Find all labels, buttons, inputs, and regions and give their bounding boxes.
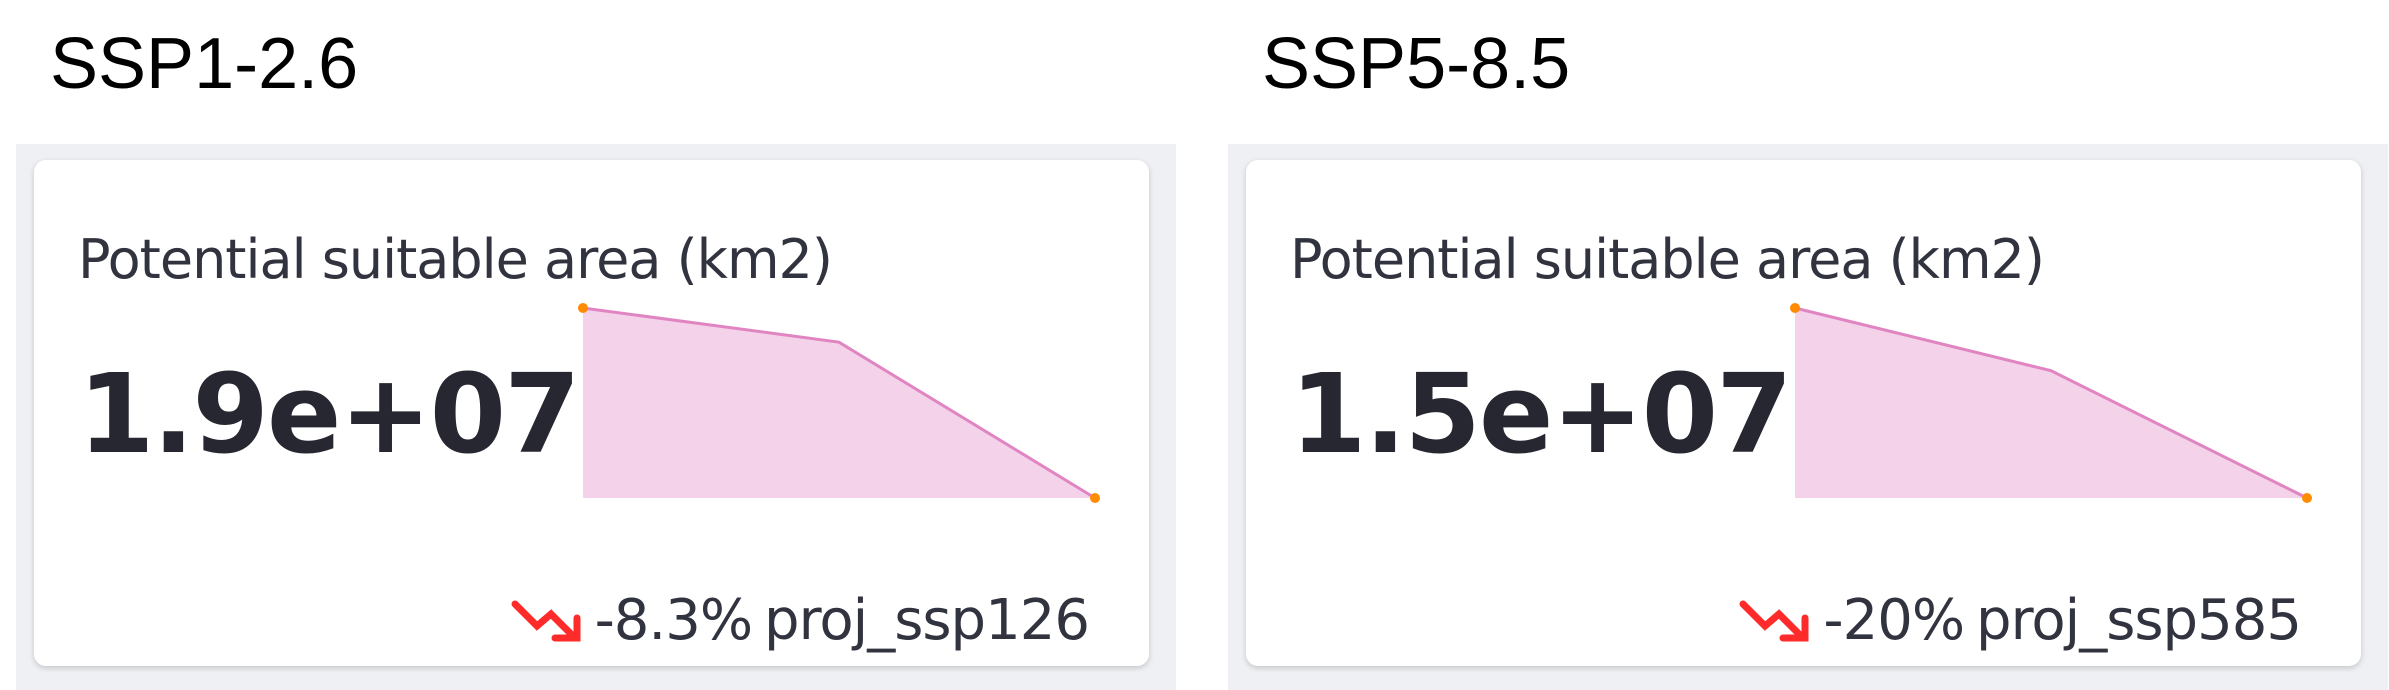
- delta-label: proj_ssp126: [764, 588, 1090, 653]
- scenario-panel-ssp126: SSP1-2.6 Potential suitable area (km2) 1…: [0, 0, 1176, 690]
- delta-value: -8.3%: [594, 588, 753, 653]
- sparkline-chart: [578, 303, 1100, 503]
- metric-card: Potential suitable area (km2) 1.9e+07 -8…: [34, 160, 1149, 666]
- sparkline-area: [583, 308, 1095, 498]
- metric-value: 1.9e+07: [78, 350, 581, 478]
- scenario-title: SSP5-8.5: [1262, 24, 1571, 104]
- sparkline-area: [1795, 308, 2307, 498]
- scenario-panel-ssp585: SSP5-8.5 Potential suitable area (km2) 1…: [1212, 0, 2388, 690]
- scenario-title: SSP1-2.6: [50, 24, 359, 104]
- metric-delta: -8.3% proj_ssp126: [511, 588, 1090, 653]
- sparkline-end-point: [1090, 493, 1100, 503]
- sparkline-start-point: [578, 303, 588, 313]
- metric-label: Potential suitable area (km2): [1290, 228, 2045, 291]
- trend-down-icon: [1739, 600, 1809, 641]
- sparkline-end-point: [2302, 493, 2312, 503]
- sparkline-start-point: [1790, 303, 1800, 313]
- delta-value: -20%: [1823, 588, 1965, 653]
- delta-label: proj_ssp585: [1976, 588, 2302, 653]
- sparkline-chart: [1790, 303, 2312, 503]
- metric-value: 1.5e+07: [1290, 350, 1793, 478]
- metric-delta: -20% proj_ssp585: [1739, 588, 2302, 653]
- metric-label: Potential suitable area (km2): [78, 228, 833, 291]
- metric-card: Potential suitable area (km2) 1.5e+07 -2…: [1246, 160, 2361, 666]
- trend-down-icon: [511, 600, 581, 641]
